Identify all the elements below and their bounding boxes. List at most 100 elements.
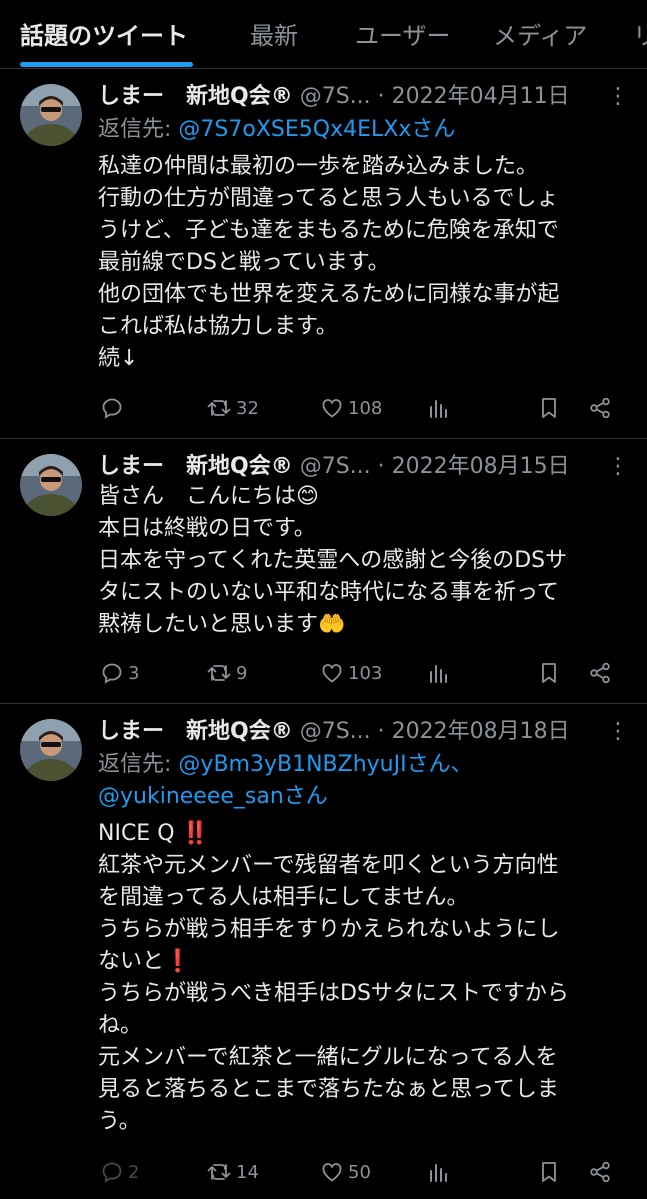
tweet-text: 皆さん こんにちは😊 本日は終戦の日です。 日本を守ってくれた英霊への感謝と今後…: [98, 481, 636, 641]
like-button[interactable]: 103: [320, 659, 382, 687]
bookmark-button[interactable]: [538, 394, 560, 422]
reply-to-continued: @yukineeee_sanさん: [98, 782, 328, 812]
tweet-text-line: NICE Q ‼️: [98, 821, 209, 846]
bookmark-button[interactable]: [538, 1158, 560, 1186]
tweet-text-line: 他の団体でも世界を変えるために同様な事が起: [98, 282, 560, 307]
reply-icon: [100, 396, 124, 420]
share-button[interactable]: [588, 394, 612, 422]
views-button[interactable]: [427, 1158, 449, 1186]
reply-mention[interactable]: @yukineeee_sanさん: [98, 784, 328, 809]
share-icon: [588, 1160, 612, 1184]
more-icon[interactable]: ⋮: [606, 82, 630, 112]
more-icon[interactable]: ⋮: [606, 717, 630, 747]
tweet-text-line: 行動の仕方が間違ってると思う人もいるでしょ: [98, 186, 559, 211]
tweet-text-line: ね。: [98, 1013, 143, 1038]
reply-to: 返信先: @7S7oXSE5Qx4ELXxさん: [98, 115, 455, 145]
share-button[interactable]: [588, 1158, 612, 1186]
more-icon[interactable]: ⋮: [606, 452, 630, 482]
user-handle[interactable]: @7S...: [300, 719, 371, 744]
like-count: 108: [348, 397, 383, 419]
retweet-icon: [206, 396, 232, 420]
display-name[interactable]: しまー 新地Q会®: [98, 719, 293, 744]
bookmark-icon: [538, 661, 560, 685]
tweet-text-line: を間違ってる人は相手にしてません。: [98, 885, 469, 910]
search-tabs: 話題のツイート 最新 ユーザー メディア リ: [0, 0, 647, 69]
retweet-icon: [206, 661, 232, 685]
tweet-text-line: 紅茶や元メンバーで残留者を叩くという方向性: [98, 853, 559, 878]
like-button[interactable]: 108: [320, 394, 382, 422]
reply-button[interactable]: [100, 394, 128, 422]
tab-top[interactable]: 話題のツイート: [20, 16, 188, 51]
retweet-count: 9: [236, 662, 248, 684]
views-button[interactable]: [427, 394, 449, 422]
display-name[interactable]: しまー 新地Q会®: [98, 454, 293, 479]
tweet-text-line: う。: [98, 1109, 141, 1134]
retweet-count: 32: [236, 397, 259, 419]
bookmark-icon: [538, 396, 560, 420]
heart-icon: [320, 661, 344, 685]
tweet-text-line: タにストのいない平和な時代になる事を祈って: [98, 580, 559, 605]
share-icon: [588, 396, 612, 420]
tab-people[interactable]: ユーザー: [355, 16, 451, 51]
retweet-count: 14: [236, 1161, 259, 1183]
tweet-text-line: うちらが戦う相手をすりかえられないようにし: [98, 917, 560, 942]
views-button[interactable]: [427, 659, 449, 687]
tweet-text-line: 元メンバーで紅茶と一緒にグルになってる人を: [98, 1045, 558, 1070]
tweet-text-line: ないと❗️: [98, 949, 192, 974]
tweet[interactable]: しまー 新地Q会® @7S... · 2022年08月18日 ⋮ 返信先: @y…: [0, 704, 647, 1199]
tab-media[interactable]: メディア: [493, 16, 587, 51]
bookmark-button[interactable]: [538, 659, 560, 687]
active-tab-indicator: [20, 62, 193, 67]
user-handle[interactable]: @7S...: [300, 84, 371, 109]
analytics-icon: [427, 661, 449, 685]
avatar[interactable]: [20, 454, 82, 516]
tweet-text-line: 皆さん こんにちは😊: [98, 484, 319, 509]
tweet[interactable]: しまー 新地Q会® @7S... · 2022年08月15日 ⋮ 皆さん こんに…: [0, 439, 647, 704]
tweet-text: 私達の仲間は最初の一歩を踏み込みました。 行動の仕方が間違ってると思う人もいるで…: [98, 151, 636, 375]
reply-button[interactable]: 3: [100, 659, 139, 687]
user-handle[interactable]: @7S...: [300, 454, 371, 479]
reply-count: 3: [128, 662, 140, 684]
reply-button[interactable]: 2: [100, 1158, 139, 1186]
reply-label: 返信先:: [98, 752, 172, 777]
tweet-header: しまー 新地Q会® @7S... · 2022年08月18日: [98, 717, 570, 747]
reply-count: 2: [128, 1161, 140, 1183]
like-count: 103: [348, 662, 383, 684]
tweet-text-line: 日本を守ってくれた英霊への感謝と今後のDSサ: [98, 548, 568, 573]
reply-mention[interactable]: @yBm3yB1NBZhyuJIさん、: [178, 752, 472, 777]
avatar[interactable]: [20, 719, 82, 781]
tweet-text-line: 本日は終戦の日です。: [98, 516, 316, 541]
tweet[interactable]: しまー 新地Q会® @7S... · 2022年04月11日 ⋮ 返信先: @7…: [0, 69, 647, 439]
tweet-date[interactable]: · 2022年08月18日: [378, 719, 570, 744]
tweet-date[interactable]: · 2022年04月11日: [378, 84, 570, 109]
tweet-header: しまー 新地Q会® @7S... · 2022年04月11日: [98, 82, 570, 112]
tweet-text-line: うけど、子ども達をまもるために危険を承知で: [98, 218, 559, 243]
tweet-text-line: 最前線でDSと戦っています。: [98, 250, 390, 275]
retweet-button[interactable]: 32: [206, 394, 259, 422]
tab-latest[interactable]: 最新: [250, 16, 298, 51]
analytics-icon: [427, 396, 449, 420]
like-button[interactable]: 50: [320, 1158, 371, 1186]
display-name[interactable]: しまー 新地Q会®: [98, 84, 293, 109]
tweet-text-line: 続↓: [98, 346, 139, 371]
share-icon: [588, 661, 612, 685]
tweet-text-line: これば私は協力します。: [98, 314, 338, 339]
analytics-icon: [427, 1160, 449, 1184]
heart-icon: [320, 396, 344, 420]
avatar[interactable]: [20, 84, 82, 146]
heart-icon: [320, 1160, 344, 1184]
tweet-text-line: 私達の仲間は最初の一歩を踏み込みました。: [98, 154, 539, 179]
reply-mention[interactable]: @7S7oXSE5Qx4ELXxさん: [178, 117, 455, 142]
reply-icon: [100, 1160, 124, 1184]
reply-icon: [100, 661, 124, 685]
tweet-text: NICE Q ‼️ 紅茶や元メンバーで残留者を叩くという方向性 を間違ってる人は…: [98, 818, 636, 1138]
tweet-text-line: 黙祷したいと思います🤲: [98, 612, 346, 637]
reply-label: 返信先:: [98, 117, 172, 142]
bookmark-icon: [538, 1160, 560, 1184]
tweet-text-line: 見ると落ちるとこまで落ちたなぁと思ってしま: [98, 1077, 559, 1102]
tab-lists[interactable]: リ: [633, 16, 647, 51]
retweet-button[interactable]: 9: [206, 659, 247, 687]
share-button[interactable]: [588, 659, 612, 687]
tweet-date[interactable]: · 2022年08月15日: [378, 454, 570, 479]
retweet-button[interactable]: 14: [206, 1158, 259, 1186]
